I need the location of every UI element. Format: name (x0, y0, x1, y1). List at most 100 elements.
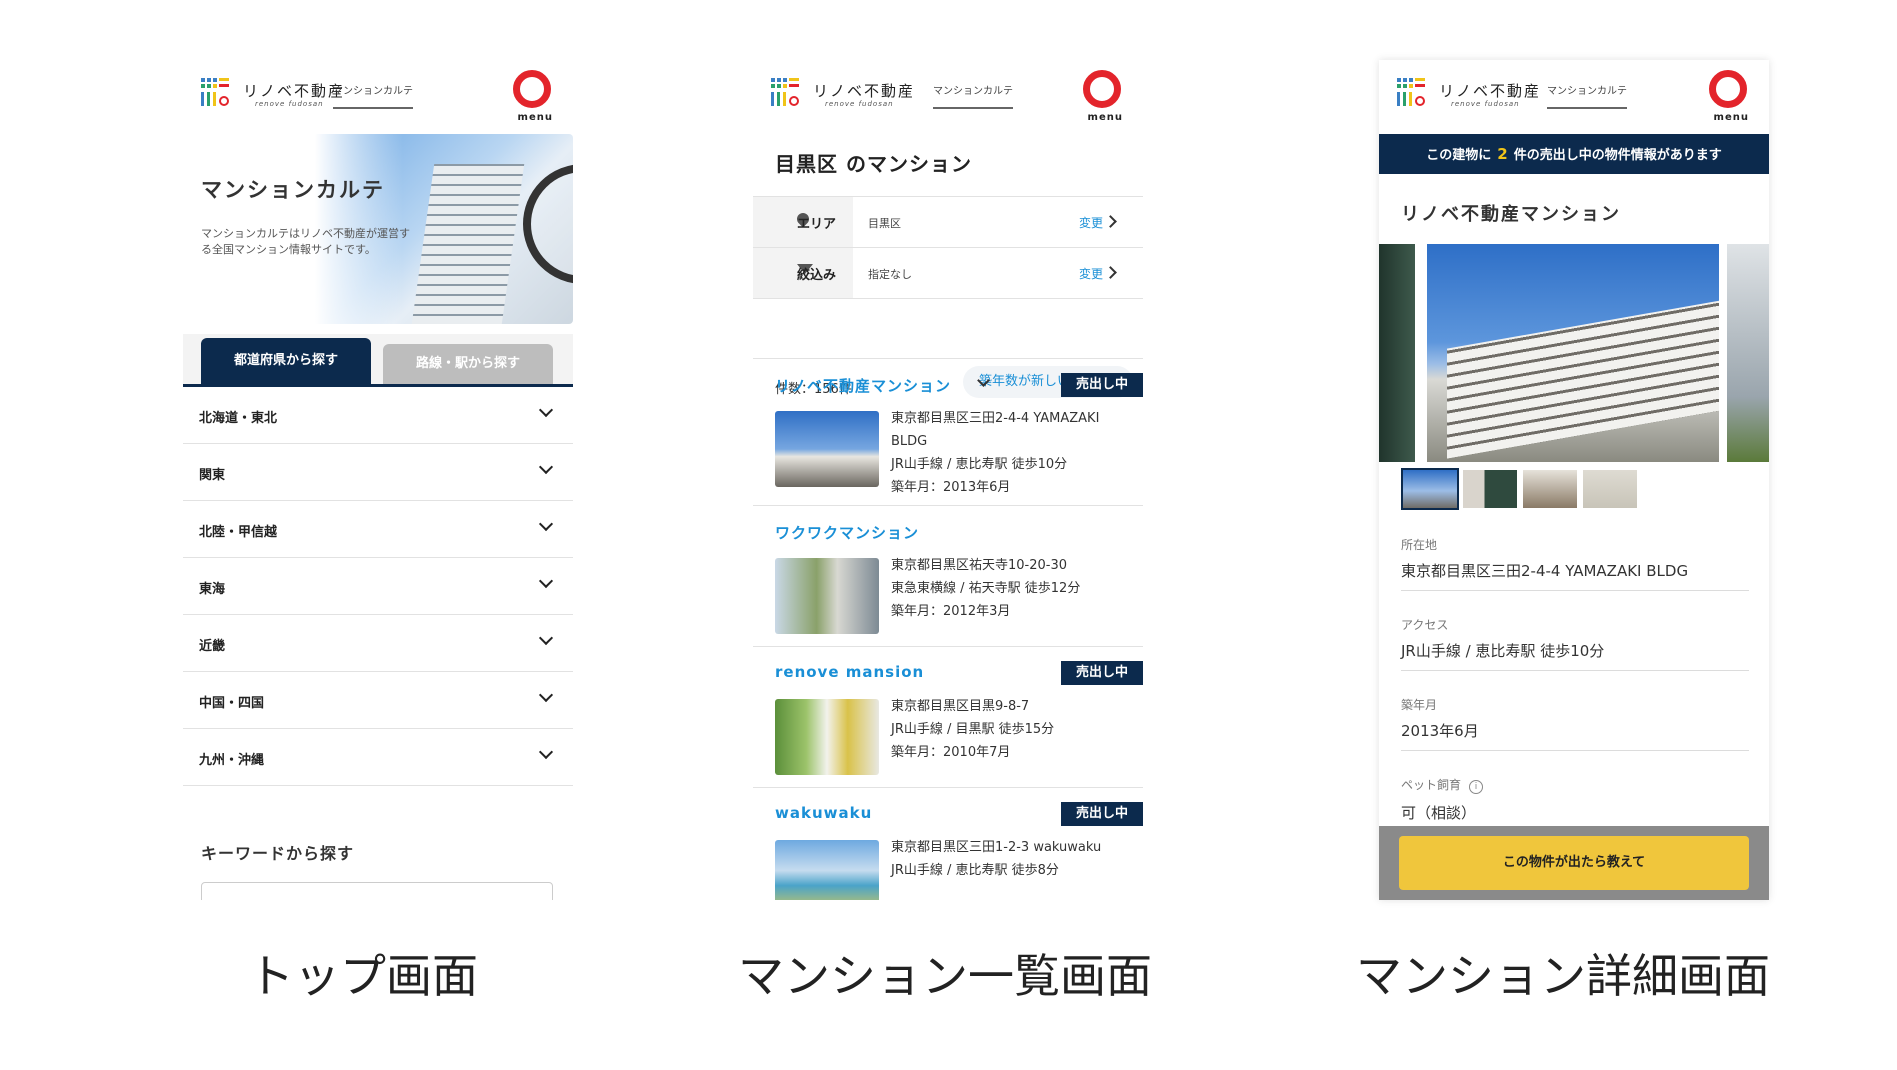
info-icon[interactable]: i (1469, 780, 1484, 794)
site-header: リノベ不動産 renove fudosan マンションカルテ menu (753, 60, 1143, 134)
caption-detail: マンション詳細画面 (1356, 949, 1770, 1003)
region-label: 九州・沖縄 (199, 753, 265, 768)
listing-name[interactable]: wakuwaku (775, 804, 872, 822)
hero-description: マンションカルテはリノベ不動産が運営する全国マンション情報サイトです。 (201, 227, 410, 256)
building-image (411, 164, 525, 324)
notify-me-button[interactable]: この物件が出たら教えて (1399, 836, 1749, 890)
field-label-pet-text: ペット飼育 (1401, 778, 1462, 792)
listing-access: JR山手線 / 恵比寿駅 徒歩8分 (891, 863, 1059, 878)
brand-subtitle: renove fudosan (255, 100, 324, 108)
filter-key-label: エリア (797, 217, 837, 232)
field-label-address: 所在地 (1401, 538, 1438, 552)
chevron-down-icon (538, 516, 554, 532)
filter-row-narrow[interactable]: 絞込み 指定なし 変更 (753, 247, 1143, 299)
thumbnail-image[interactable] (1401, 468, 1459, 510)
region-item[interactable]: 北陸・甲信越 (183, 501, 573, 558)
menu-ring-icon[interactable] (513, 70, 551, 108)
top-screen: リノベ不動産 renove fudosan マンションカルテ menu マンショ… (183, 60, 573, 900)
brand-subtitle: renove fudosan (1451, 100, 1520, 108)
divider (1401, 590, 1749, 591)
listing-item[interactable]: リノベ不動産マンション 売出し中 東京都目黒区三田2-4-4 YAMAZAKI … (753, 358, 1143, 505)
menu-button[interactable]: menu (1714, 112, 1749, 123)
mansion-title: リノベ不動産マンション (1401, 204, 1621, 225)
gallery-next-image[interactable] (1727, 244, 1769, 462)
tab-line-station[interactable]: 路線・駅から探す (383, 344, 553, 384)
listing-thumbnail[interactable] (775, 699, 879, 775)
listing-thumbnail[interactable] (775, 558, 879, 634)
menu-ring-icon[interactable] (1083, 70, 1121, 108)
menu-ring-icon[interactable] (1709, 70, 1747, 108)
search-tabs: 都道府県から探す 路線・駅から探す (183, 334, 573, 387)
on-sale-badge: 売出し中 (1061, 661, 1143, 685)
listing-built: 築年月：2012年3月 (891, 604, 1011, 619)
logo-icon[interactable] (201, 78, 231, 108)
gallery-main-image[interactable] (1427, 244, 1719, 462)
region-item[interactable]: 東海 (183, 558, 573, 615)
photo-gallery[interactable] (1379, 244, 1769, 462)
field-value-built: 2013年6月 (1401, 722, 1479, 740)
tab-prefecture[interactable]: 都道府県から探す (201, 338, 371, 384)
divider (1401, 670, 1749, 671)
karte-link[interactable]: マンションカルテ (933, 82, 1013, 109)
listing-built: 築年月：2013年6月 (891, 480, 1011, 495)
on-sale-badge: 売出し中 (1061, 802, 1143, 826)
karte-link[interactable]: マンションカルテ (1547, 82, 1627, 109)
listing-access: JR山手線 / 恵比寿駅 徒歩10分 (891, 457, 1068, 472)
chevron-down-icon (538, 402, 554, 418)
listing-address: 東京都目黒区三田2-4-4 YAMAZAKI BLDG (891, 411, 1100, 449)
change-link[interactable]: 変更 (1079, 265, 1103, 282)
on-sale-banner[interactable]: この建物に 2 件の売出し中の物件情報があります (1379, 134, 1769, 174)
building-image (1447, 299, 1719, 459)
logo-icon[interactable] (1397, 78, 1427, 108)
region-item[interactable]: 北海道・東北 (183, 387, 573, 444)
detail-screen: リノベ不動産 renove fudosan マンションカルテ menu この建物… (1379, 60, 1769, 900)
listing-info: 東京都目黒区目黒9-8-7 JR山手線 / 目黒駅 徒歩15分 築年月：2010… (891, 695, 1131, 764)
filter-key: エリア (753, 197, 853, 247)
listing-info: 東京都目黒区三田2-4-4 YAMAZAKI BLDG JR山手線 / 恵比寿駅… (891, 407, 1131, 499)
brand-subtitle: renove fudosan (825, 100, 894, 108)
menu-button[interactable]: menu (518, 112, 553, 123)
thumbnail-image[interactable] (1463, 470, 1517, 508)
field-value-pet: 可（相談） (1401, 804, 1477, 822)
filter-value: 指定なし (868, 268, 912, 281)
listing-address: 東京都目黒区祐天寺10-20-30 (891, 558, 1068, 573)
region-item[interactable]: 中国・四国 (183, 672, 573, 729)
chevron-down-icon (538, 573, 554, 589)
listing-thumbnail[interactable] (775, 840, 879, 900)
caption-list: マンション一覧画面 (738, 949, 1152, 1003)
listing-address: 東京都目黒区三田1-2-3 wakuwaku (891, 840, 1102, 855)
listing-item[interactable]: ワクワクマンション 東京都目黒区祐天寺10-20-30 東急東横線 / 祐天寺駅… (753, 505, 1143, 646)
listing-thumbnail[interactable] (775, 411, 879, 487)
hero-title: マンションカルテ (201, 178, 385, 202)
region-label: 中国・四国 (199, 696, 265, 711)
region-label: 北陸・甲信越 (199, 525, 278, 540)
listing-item[interactable]: renove mansion 売出し中 東京都目黒区目黒9-8-7 JR山手線 … (753, 646, 1143, 787)
region-item[interactable]: 近畿 (183, 615, 573, 672)
karte-link[interactable]: マンションカルテ (333, 82, 413, 109)
magnifier-icon (523, 164, 573, 284)
banner-suffix: 件の売出し中の物件情報があります (1513, 148, 1722, 163)
listing-name[interactable]: ワクワクマンション (775, 522, 919, 543)
listing-item[interactable]: wakuwaku 売出し中 東京都目黒区三田1-2-3 wakuwaku JR山… (753, 787, 1143, 900)
region-item[interactable]: 九州・沖縄 (183, 729, 573, 786)
brand-name: リノベ不動産 (813, 82, 916, 100)
region-label: 東海 (199, 582, 226, 597)
filter-row-area[interactable]: エリア 目黒区 変更 (753, 196, 1143, 247)
thumbnail-image[interactable] (1523, 470, 1577, 508)
keyword-title: キーワードから探す (201, 844, 355, 863)
chevron-down-icon (538, 630, 554, 646)
listing-name[interactable]: renove mansion (775, 663, 924, 681)
keyword-input[interactable] (201, 882, 553, 900)
listing-address: 東京都目黒区目黒9-8-7 (891, 699, 1030, 714)
change-link[interactable]: 変更 (1079, 214, 1103, 231)
region-item[interactable]: 関東 (183, 444, 573, 501)
list-screen: リノベ不動産 renove fudosan マンションカルテ menu 目黒区 … (753, 60, 1143, 900)
site-header: リノベ不動産 renove fudosan マンションカルテ menu (183, 60, 573, 134)
field-label-access: アクセス (1401, 618, 1449, 632)
thumbnail-image[interactable] (1583, 470, 1637, 508)
listing-name[interactable]: リノベ不動産マンション (775, 375, 951, 396)
page-title: 目黒区 のマンション (775, 152, 972, 176)
gallery-prev-image[interactable] (1379, 244, 1415, 462)
menu-button[interactable]: menu (1088, 112, 1123, 123)
logo-icon[interactable] (771, 78, 801, 108)
